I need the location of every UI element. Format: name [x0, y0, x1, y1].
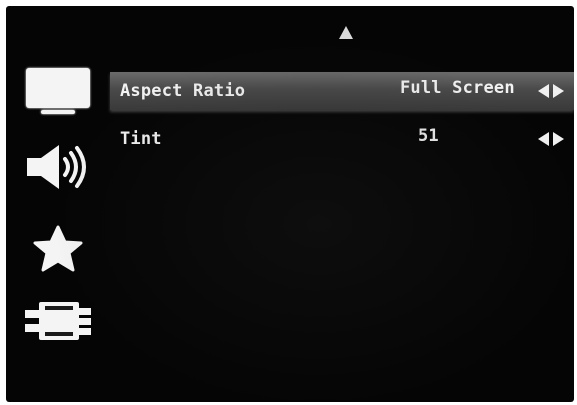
speaker-icon[interactable]	[21, 142, 95, 192]
category-sidebar	[6, 6, 106, 402]
menu-row-label: Aspect Ratio	[120, 81, 246, 101]
menu-row-value: 51	[418, 126, 439, 146]
star-icon[interactable]	[21, 224, 95, 274]
menu-row-tint[interactable]: Tint 51	[110, 120, 574, 158]
menu-row-label: Tint	[120, 129, 162, 149]
left-right-arrows-icon[interactable]	[538, 84, 570, 98]
menu-row-value: Full Screen	[400, 78, 515, 98]
left-right-arrows-icon[interactable]	[538, 132, 570, 146]
connector-icon[interactable]	[21, 296, 95, 346]
menu-row-aspect-ratio[interactable]: Aspect Ratio Full Screen	[110, 72, 574, 110]
tv-osd-screen: Aspect Ratio Full Screen Tint 51	[6, 6, 574, 402]
tv-icon[interactable]	[21, 66, 95, 116]
scroll-up-arrow-icon[interactable]	[339, 26, 353, 39]
